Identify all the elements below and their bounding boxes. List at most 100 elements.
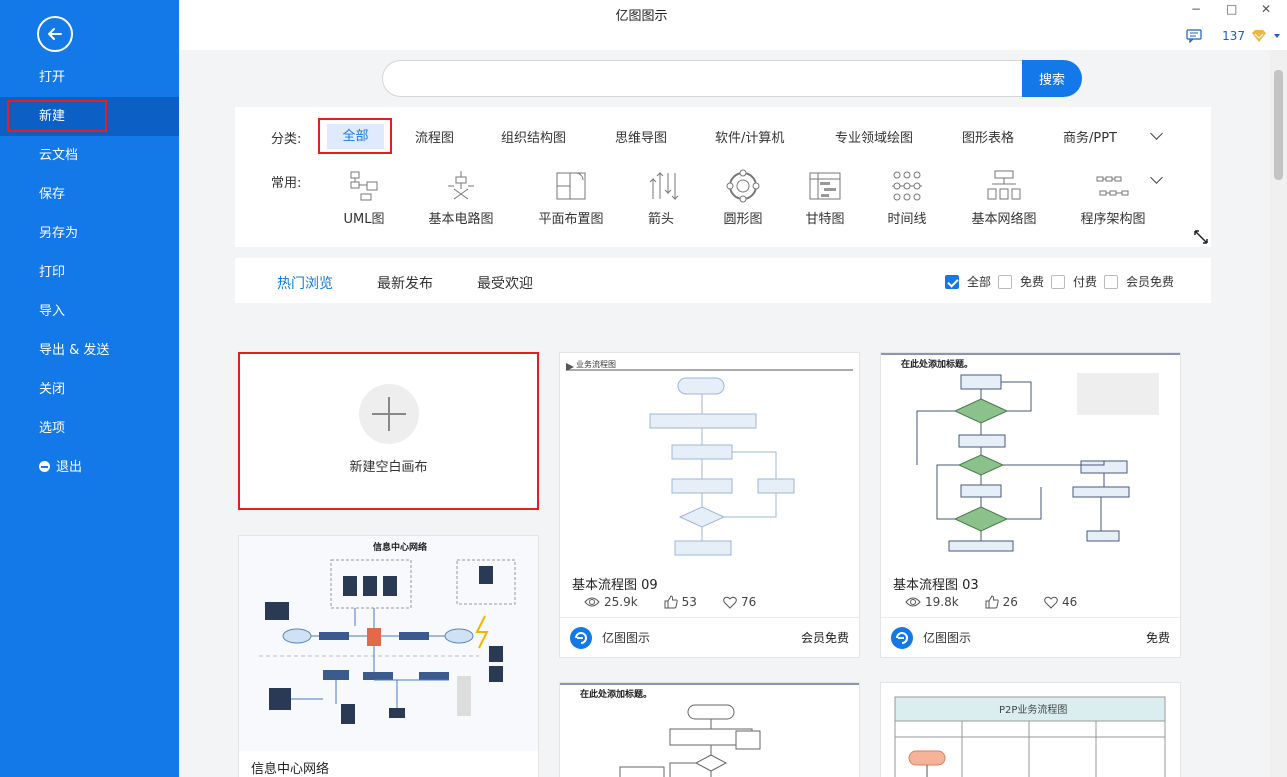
common-architecture[interactable]: 程序架构图	[1079, 169, 1147, 227]
common-arrows[interactable]: 箭头	[647, 169, 679, 227]
gantt-icon	[809, 172, 841, 200]
category-org-chart[interactable]: 组织结构图	[501, 127, 566, 146]
template-card[interactable]: 业务流程图 基本流程图 09 25.9k 53 76 亿图图示 会员免费	[559, 352, 860, 658]
menu-item-options[interactable]: 选项	[0, 409, 179, 448]
new-blank-canvas-card[interactable]: 新建空白画布	[238, 352, 539, 510]
common-circuit[interactable]: 基本电路图	[427, 169, 495, 227]
common-circle[interactable]: 圆形图	[722, 169, 764, 227]
menu-item-label: 另存为	[39, 226, 79, 241]
menu-item-import[interactable]: 导入	[0, 292, 179, 331]
minimize-button[interactable]: −	[1191, 2, 1201, 16]
template-card[interactable]: 在此处添加标题。	[559, 682, 860, 777]
thumbnail-heading: 信息中心网络	[373, 541, 427, 553]
checkbox[interactable]	[998, 274, 1012, 289]
menu-item-label: 选项	[39, 421, 66, 436]
common-floorplan[interactable]: 平面布置图	[537, 169, 605, 227]
template-card[interactable]: 信息中心网络 信息中心网络	[238, 535, 539, 777]
maximize-button[interactable]: □	[1226, 2, 1237, 16]
template-stats: 19.8k 26 46	[905, 595, 1077, 609]
floorplan-icon	[556, 172, 586, 200]
likes-count: 53	[681, 595, 697, 609]
common-gantt[interactable]: 甘特图	[804, 169, 846, 227]
template-stats: 25.9k 53 76	[584, 595, 756, 609]
plus-icon	[359, 384, 419, 444]
exit-icon	[39, 461, 50, 472]
template-title: 基本流程图 03	[893, 578, 979, 593]
checkbox[interactable]	[1051, 274, 1065, 289]
menu-item-export-send[interactable]: 导出 & 发送	[0, 331, 179, 370]
checkbox[interactable]	[1104, 274, 1118, 289]
menu-item-label: 打开	[39, 70, 66, 85]
category-mind-map[interactable]: 思维导图	[615, 127, 667, 146]
menu-item-new[interactable]: 新建	[0, 97, 179, 136]
scrollbar-thumb[interactable]	[1274, 70, 1283, 180]
common-item-label: 平面布置图	[538, 212, 604, 227]
template-title: 信息中心网络	[251, 762, 330, 777]
search-button[interactable]: 搜索	[1022, 60, 1082, 97]
arrow-left-icon	[48, 28, 62, 40]
category-all[interactable]: 全部	[327, 124, 384, 149]
menu-item-save[interactable]: 保存	[0, 175, 179, 214]
menu-item-label: 关闭	[39, 382, 66, 397]
checkbox[interactable]	[945, 274, 959, 289]
template-author: 亿图图示	[602, 631, 651, 645]
menu-item-label: 保存	[39, 187, 66, 202]
search-bar: 搜索	[382, 60, 1082, 97]
menu-item-exit[interactable]: 退出	[0, 448, 179, 487]
template-footer: 亿图图示 会员免费	[560, 617, 859, 657]
category-software[interactable]: 软件/计算机	[715, 127, 784, 146]
expand-icon[interactable]	[1193, 229, 1209, 245]
main-content: 搜索 分类: 全部 流程图 组织结构图 思维导图 软件/计算机 专业领域绘图 图…	[179, 50, 1270, 777]
template-card[interactable]: 在此处添加标题。 基本流程图 03 19.8k 26 46 亿图图示 免费	[880, 352, 1181, 658]
close-button[interactable]: ✕	[1261, 2, 1271, 16]
highlight-box	[7, 100, 107, 132]
message-icon[interactable]	[1186, 29, 1202, 43]
menu-item-close[interactable]: 关闭	[0, 370, 179, 409]
network-icon	[987, 170, 1021, 200]
edraw-logo-icon	[570, 626, 592, 649]
menu-item-print[interactable]: 打印	[0, 253, 179, 292]
uml-icon	[350, 171, 378, 201]
timeline-icon	[892, 171, 922, 201]
template-card[interactable]: P2P业务流程图	[880, 682, 1181, 777]
category-professional[interactable]: 专业领域绘图	[835, 127, 913, 146]
filter-all[interactable]: 全部	[945, 273, 991, 290]
menu-item-label: 云文档	[39, 148, 79, 163]
arrow-shapes-icon	[649, 171, 679, 201]
vip-badge-icon[interactable]	[1251, 29, 1267, 43]
filter-label: 全部	[967, 275, 992, 289]
category-graphic-table[interactable]: 图形表格	[962, 127, 1014, 146]
back-button[interactable]	[37, 16, 73, 52]
vertical-scrollbar[interactable]	[1270, 50, 1287, 777]
tab-popular[interactable]: 最受欢迎	[477, 273, 533, 293]
dropdown-icon[interactable]	[1273, 33, 1281, 39]
common-label: 常用:	[271, 176, 302, 191]
tab-hot[interactable]: 热门浏览	[277, 273, 333, 293]
template-thumbnail: P2P业务流程图	[894, 696, 1166, 777]
thumbs-up-icon	[985, 595, 999, 609]
sidebar: 打开 新建 云文档 保存 另存为 打印 导入 导出 & 发送 关闭 选项 退出	[0, 0, 179, 777]
menu-item-save-as[interactable]: 另存为	[0, 214, 179, 253]
file-menu: 打开 新建 云文档 保存 另存为 打印 导入 导出 & 发送 关闭 选项 退出	[0, 58, 179, 487]
chevron-down-icon[interactable]	[1150, 171, 1163, 184]
filter-member-free[interactable]: 会员免费	[1104, 273, 1174, 290]
menu-item-cloud-docs[interactable]: 云文档	[0, 136, 179, 175]
chevron-down-icon[interactable]	[1150, 127, 1163, 140]
filter-paid[interactable]: 付费	[1051, 273, 1097, 290]
views-count: 25.9k	[604, 595, 638, 609]
common-item-label: 圆形图	[723, 212, 763, 227]
filter-free[interactable]: 免费	[998, 273, 1044, 290]
common-item-label: UML图	[343, 212, 385, 227]
category-business-ppt[interactable]: 商务/PPT	[1063, 127, 1117, 146]
menu-item-open[interactable]: 打开	[0, 58, 179, 97]
tab-latest[interactable]: 最新发布	[377, 273, 433, 293]
template-thumbnail: 业务流程图	[566, 359, 853, 556]
search-input[interactable]	[382, 60, 1032, 97]
common-uml[interactable]: UML图	[342, 169, 386, 227]
circuit-icon	[448, 171, 474, 200]
common-network[interactable]: 基本网络图	[970, 169, 1038, 227]
common-timeline[interactable]: 时间线	[886, 169, 928, 227]
template-author: 亿图图示	[923, 631, 972, 645]
category-flowchart[interactable]: 流程图	[415, 127, 454, 146]
edraw-logo-icon	[891, 626, 913, 649]
